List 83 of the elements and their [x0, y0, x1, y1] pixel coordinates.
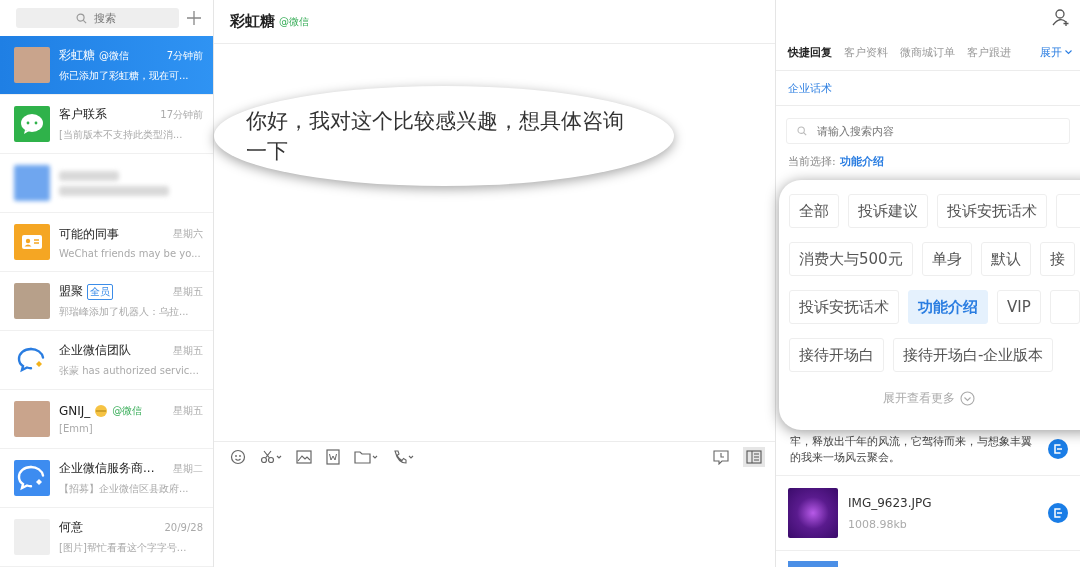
chat-item[interactable]: GNIJ_ @微信 星期五 [Emm]	[0, 390, 213, 449]
current-selection-value: 功能介绍	[839, 154, 884, 169]
chevron-down-icon	[960, 391, 975, 406]
category-tag[interactable]: 接待开场白	[789, 338, 884, 372]
add-person-icon[interactable]	[1052, 8, 1070, 26]
search-icon	[797, 126, 807, 136]
category-tag[interactable]: 默认	[980, 242, 1031, 276]
chat-name: 可能的同事	[59, 225, 119, 243]
chat-preview: [Emm]	[59, 423, 94, 434]
folder-icon[interactable]	[354, 450, 378, 464]
image-icon[interactable]	[296, 450, 312, 464]
app-avatar-icon	[14, 460, 50, 496]
category-tag[interactable]: 投诉建议	[848, 194, 928, 228]
source-tag: @微信	[99, 48, 129, 63]
source-tag: @微信	[112, 404, 143, 418]
expand-link[interactable]: 展开	[1040, 44, 1062, 60]
scissors-icon[interactable]	[260, 449, 282, 465]
chat-preview: 你已添加了彩虹糖，现在可...	[59, 69, 190, 83]
file-name: IMG_9623.JPG	[848, 495, 933, 510]
chat-item[interactable]: 可能的同事 星期六 WeChat friends may be yo...	[0, 213, 213, 272]
app-avatar-icon	[14, 224, 50, 260]
chat-time: 17分钟前	[160, 107, 203, 122]
source-tag: @微信	[279, 14, 309, 29]
document-icon[interactable]	[326, 449, 340, 465]
avatar-placeholder	[14, 401, 50, 437]
chat-time: 星期六	[173, 227, 203, 241]
app-avatar-icon	[14, 106, 50, 142]
chat-name: 客户联系	[59, 106, 107, 123]
current-selection-label: 当前选择:	[788, 154, 836, 169]
chat-preview: 【招募】企业微信区县政府...	[59, 482, 190, 496]
category-tag[interactable]: VIP	[997, 290, 1041, 324]
avatar-placeholder	[14, 47, 50, 83]
chat-item[interactable]: 企业微信团队 星期五 张蒙 has authorized servic...	[0, 331, 213, 390]
emoji-icon[interactable]	[230, 449, 246, 465]
chat-time: 星期五	[173, 284, 203, 299]
file-size: 1008.98kb	[848, 517, 908, 531]
phone-icon[interactable]	[392, 449, 414, 465]
chat-name: GNIJ_	[59, 404, 91, 418]
category-tag[interactable]: 消费大与500元	[789, 242, 913, 276]
category-tag[interactable]: 单身	[921, 242, 972, 276]
chat-preview: 张蒙 has authorized servic...	[59, 364, 200, 378]
chat-time: 星期五	[173, 404, 203, 418]
chat-item[interactable]: 盟聚 全员 星期五 郭瑞峰添加了机器人：乌拉...	[0, 272, 213, 331]
chat-record-icon[interactable]	[713, 449, 729, 465]
blurred-text	[59, 170, 119, 181]
reply-snippet: 牢，释放出千年的风流，它驾待而来，与想象丰翼的我来一场风云聚会。	[790, 434, 1033, 465]
panel-tab[interactable]: 快捷回复	[788, 44, 832, 60]
chat-name: 彩虹糖	[59, 47, 95, 64]
chat-item[interactable]: 客户联系 17分钟前 [当前版本不支持此类型消...	[0, 95, 213, 154]
source-tag: 全员	[87, 283, 113, 300]
chat-time: 7分钟前	[166, 48, 203, 63]
category-tag[interactable]: 投诉安抚话术	[789, 290, 899, 324]
chat-name: 企业微信团队	[59, 342, 131, 359]
send-icon[interactable]	[1048, 503, 1068, 523]
send-icon[interactable]	[1048, 439, 1068, 459]
category-tag[interactable]: 接	[1039, 242, 1075, 276]
chat-time: 星期五	[173, 343, 203, 358]
category-tag[interactable]: 全部	[789, 194, 839, 228]
sidebar-toggle-icon[interactable]	[743, 447, 765, 467]
category-tag[interactable]: 功能介绍	[908, 290, 988, 324]
chat-preview: [当前版本不支持此类型消...	[59, 128, 184, 142]
add-icon[interactable]	[187, 11, 201, 25]
chat-title: 彩虹糖	[230, 12, 275, 31]
chat-name: 何意	[59, 519, 83, 536]
message-text: 你好，我对这个比较感兴趣，想具体咨询一下	[246, 108, 625, 165]
image-thumbnail	[788, 488, 838, 538]
category-tag[interactable]: 接待开场白-企业版本	[893, 338, 1054, 372]
category-tab[interactable]: 企业话术	[788, 80, 832, 96]
search-icon	[76, 13, 87, 24]
caret-icon	[1065, 49, 1072, 55]
chat-item[interactable]: 何意 20/9/28 [图片]帮忙看看这个字字号...	[0, 508, 213, 567]
chat-time: 20/9/28	[164, 522, 203, 533]
category-tag[interactable]: 投诉安抚话术	[937, 194, 1047, 228]
chat-preview: 郭瑞峰添加了机器人：乌拉...	[59, 305, 190, 319]
chat-item[interactable]: 彩虹糖 @微信 7分钟前 你已添加了彩虹糖，现在可...	[0, 36, 213, 95]
chat-name: 企业微信服务商...	[59, 460, 155, 477]
search-field[interactable]: 请输入搜索内容	[786, 118, 1070, 144]
chat-preview: WeChat friends may be yo...	[59, 247, 202, 259]
app-avatar-icon	[14, 165, 50, 201]
chat-name: 盟聚	[59, 283, 83, 300]
avatar-placeholder	[14, 283, 50, 319]
search-field[interactable]: 搜索	[16, 8, 179, 28]
chat-preview: [图片]帮忙看看这个字字号...	[59, 541, 188, 555]
